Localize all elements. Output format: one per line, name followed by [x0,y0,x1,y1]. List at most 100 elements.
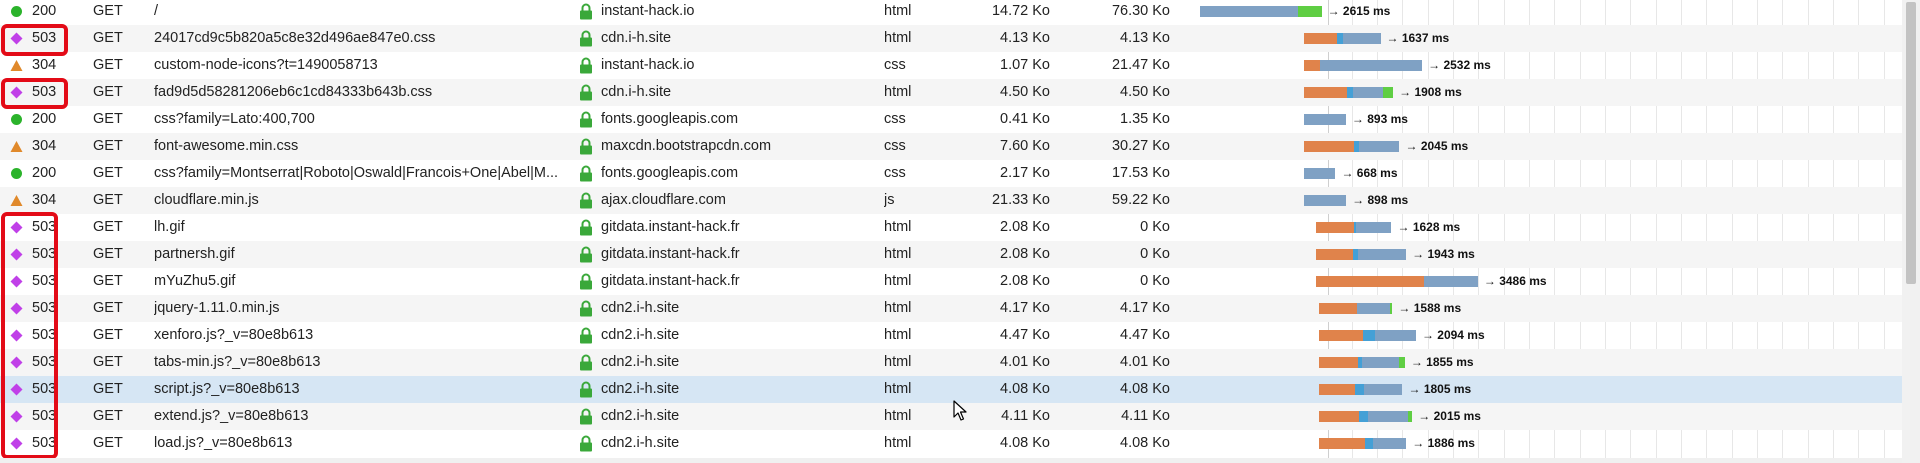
timing-segment-wait [1318,384,1355,395]
status-warning-icon [10,60,23,71]
timing-bar[interactable] [1304,195,1347,206]
request-duration: → 1637 ms [1386,31,1450,45]
secure-lock-icon [580,138,592,155]
status-error-icon [10,437,23,450]
timing-bar[interactable] [1200,6,1322,17]
request-row[interactable]: 503 GET extend.js?_v=80e8b613 cdn2.i-h.site… [0,403,1902,430]
request-row[interactable]: 200 GET / instant-hack.io html 14.72 Ko 76.30 … [0,0,1902,25]
request-row[interactable]: 503 GET partnersh.gif gitdata.instant-hack.… [0,241,1902,268]
timing-bar[interactable] [1304,60,1423,71]
secure-lock-icon [580,408,592,425]
request-transferred: 1.35 Ko [1120,111,1170,127]
timing-segment-connect [1362,330,1376,341]
request-row[interactable]: 503 GET tabs-min.js?_v=80e8b613 cdn2.i-h.si… [0,349,1902,376]
vertical-scrollbar[interactable] [1902,0,1920,463]
timing-bar[interactable] [1315,276,1478,287]
request-row[interactable]: 503 GET xenforo.js?_v=80e8b613 cdn2.i-h.sit… [0,322,1902,349]
request-row[interactable]: 304 GET custom-node-icons?t=1490058713 inst… [0,52,1902,79]
status-code: 503 [32,300,57,316]
request-file-name: 24017cd9c5b820a5c8e32d496ae847e0.css [154,30,436,46]
request-file-name: / [154,3,159,19]
timing-bar[interactable] [1304,141,1400,152]
timing-segment-receive [1357,249,1407,260]
timing-bar[interactable] [1318,357,1405,368]
status-code: 503 [32,246,57,262]
request-file-name: css?family=Montserrat|Roboto|Oswald|Fran… [154,165,559,181]
request-duration: → 1805 ms [1408,382,1472,396]
request-file-name: mYuZhu5.gif [154,273,236,289]
timing-segment-receive [1200,6,1299,17]
horizontal-scrollbar-edge[interactable] [0,458,1902,463]
request-row[interactable]: 503 GET jquery-1.11.0.min.js cdn2.i-h.site h… [0,295,1902,322]
request-size: 2.08 Ko [1000,273,1050,289]
request-domain: instant-hack.io [601,57,695,73]
timing-segment-receive [1423,276,1478,287]
timing-segment-wait [1318,303,1358,314]
request-row[interactable]: 200 GET css?family=Lato:400,700 fonts.googl… [0,106,1902,133]
timing-bar[interactable] [1318,330,1416,341]
request-row[interactable]: 503 GET script.js?_v=80e8b613 cdn2.i-h.site… [0,376,1902,403]
timing-bar[interactable] [1304,114,1346,125]
timing-bar[interactable] [1318,303,1393,314]
timing-segment-receive [1358,141,1400,152]
request-file-name: xenforo.js?_v=80e8b613 [154,327,314,343]
timing-bar[interactable] [1315,249,1407,260]
request-domain: cdn2.i-h.site [601,381,680,397]
secure-lock-icon [580,219,592,236]
timing-segment-receive [1368,411,1408,422]
request-domain: cdn2.i-h.site [601,408,680,424]
request-duration: → 2045 ms [1405,139,1469,153]
timing-segment-done [1390,303,1393,314]
request-type: css [884,57,906,73]
request-method: GET [93,84,123,100]
request-method: GET [93,327,123,343]
timing-bar[interactable] [1304,87,1394,98]
request-row[interactable]: 503 GET 24017cd9c5b820a5c8e32d496ae847e0.c… [0,25,1902,52]
status-warning-icon [10,141,23,152]
secure-lock-icon [580,327,592,344]
scrollbar-thumb[interactable] [1906,2,1916,284]
timing-bar[interactable] [1318,438,1407,449]
request-size: 4.01 Ko [1000,354,1050,370]
timing-segment-receive [1362,357,1400,368]
request-type: html [884,354,912,370]
request-size: 4.13 Ko [1000,30,1050,46]
request-row[interactable]: 304 GET font-awesome.min.css maxcdn.bootstr… [0,133,1902,160]
request-row[interactable]: 503 GET lh.gif gitdata.instant-hack.fr html 2… [0,214,1902,241]
timing-segment-receive [1357,303,1391,314]
request-duration: → 2532 ms [1428,58,1491,72]
timing-bar[interactable] [1304,33,1381,44]
request-row[interactable]: 304 GET cloudflare.min.js ajax.cloudflare.c… [0,187,1902,214]
request-type: html [884,381,912,397]
request-row[interactable]: 503 GET load.js?_v=80e8b613 cdn2.i-h.site ht… [0,430,1902,457]
request-size: 4.50 Ko [1000,84,1050,100]
status-error-icon [10,383,23,396]
timing-segment-done [1298,6,1322,17]
timing-bar[interactable] [1318,411,1413,422]
timing-segment-wait [1304,60,1321,71]
request-method: GET [93,273,123,289]
request-domain: gitdata.instant-hack.fr [601,246,740,262]
request-row[interactable]: 503 GET fad9d5d58281206eb6c1cd84333b643b.c… [0,79,1902,106]
request-duration: → 1943 ms [1412,247,1475,261]
request-domain: cdn.i-h.site [601,84,672,100]
status-error-icon [10,410,23,423]
request-duration: → 1588 ms [1398,301,1462,315]
timing-bar[interactable] [1304,168,1336,179]
timing-segment-done [1382,87,1394,98]
status-error-icon [10,329,23,342]
status-ok-icon [11,6,22,17]
timing-bar[interactable] [1318,384,1403,395]
request-row[interactable]: 200 GET css?family=Montserrat|Roboto|Oswal… [0,160,1902,187]
request-transferred: 17.53 Ko [1111,165,1170,181]
timing-bar[interactable] [1315,222,1392,233]
status-error-icon [10,302,23,315]
request-domain: ajax.cloudflare.com [601,192,726,208]
request-transferred: 30.27 Ko [1111,138,1170,154]
timing-segment-wait [1318,411,1360,422]
timing-segment-connect [1359,411,1369,422]
request-file-name: font-awesome.min.css [154,138,299,154]
request-row[interactable]: 503 GET mYuZhu5.gif gitdata.instant-hack.fr… [0,268,1902,295]
request-transferred: 4.17 Ko [1120,300,1170,316]
timing-segment-receive [1364,384,1403,395]
